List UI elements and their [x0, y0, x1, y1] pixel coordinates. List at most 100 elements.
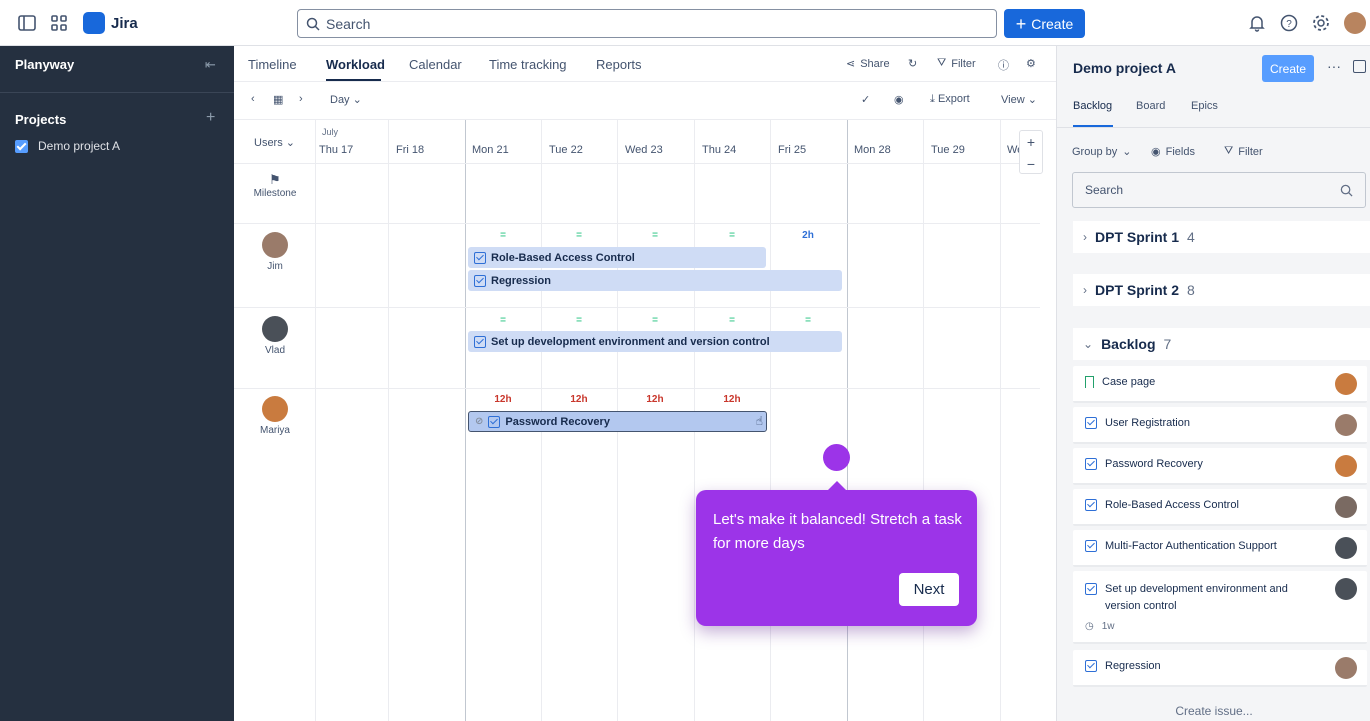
avatar [262, 396, 288, 422]
tab-timeline[interactable]: Timeline [248, 57, 297, 72]
tab-workload[interactable]: Workload [326, 57, 385, 72]
group-name: DPT Sprint 1 [1095, 229, 1180, 245]
refresh-icon[interactable]: ↻ [908, 57, 917, 70]
eye-icon[interactable]: ◉ [894, 93, 904, 106]
avatar [1335, 414, 1357, 436]
capacity-indicator: = [805, 315, 811, 326]
calendar-icon[interactable]: ▦ [273, 93, 283, 106]
prev-arrow-icon[interactable]: ‹ [251, 93, 255, 105]
capacity-indicator: = [729, 315, 735, 326]
issue-card[interactable]: Password Recovery [1073, 448, 1367, 485]
settings-icon[interactable]: ⚙ [1026, 57, 1036, 70]
user-profile-avatar[interactable] [1344, 12, 1366, 34]
sidebar-item-label: Demo project A [38, 139, 121, 153]
more-options-icon[interactable]: ··· [1327, 58, 1341, 74]
search-placeholder: Search [1085, 183, 1124, 197]
task-checkbox-icon [1085, 660, 1097, 672]
panel-filter-button[interactable]: ⛛ Filter [1224, 145, 1263, 158]
check-icon[interactable]: ✓ [861, 93, 870, 106]
app-switcher-icon[interactable] [49, 13, 69, 33]
issue-title: Regression [1105, 660, 1161, 672]
global-create-button[interactable]: + Create [1004, 9, 1085, 38]
sprint-group[interactable]: › DPT Sprint 2 8 [1073, 274, 1370, 306]
user-row-vlad: Vlad [234, 316, 316, 356]
task-bar[interactable]: Set up development environment and versi… [468, 331, 842, 352]
issue-card[interactable]: Role-Based Access Control [1073, 489, 1367, 526]
scale-select[interactable]: Day ⌄ [330, 93, 362, 106]
share-button[interactable]: ⋖ Share [846, 57, 890, 71]
export-button[interactable]: ⤓ Export [930, 93, 970, 106]
active-tab-indicator [326, 79, 381, 81]
task-checkbox-icon [1085, 540, 1097, 552]
group-count: 8 [1187, 282, 1195, 298]
avatar [262, 232, 288, 258]
task-bar-selected[interactable]: ⊘ Password Recovery ☝ [468, 411, 767, 432]
panel-create-button[interactable]: Create [1262, 55, 1314, 82]
tab-backlog[interactable]: Backlog [1073, 100, 1112, 112]
sidebar-item-demo-project-a[interactable]: Demo project A [15, 139, 120, 153]
day-header: Mon 28 [854, 144, 891, 156]
day-header: Thu 17 [319, 144, 354, 156]
issue-title: Role-Based Access Control [1105, 499, 1239, 511]
next-button[interactable]: Next [899, 573, 959, 606]
zoom-in-button[interactable]: + [1020, 131, 1042, 153]
settings-gear-icon[interactable] [1311, 13, 1331, 33]
avatar [1335, 578, 1357, 600]
task-bar[interactable]: Regression [468, 270, 842, 291]
project-checkbox[interactable] [15, 139, 28, 153]
tab-calendar[interactable]: Calendar [409, 57, 462, 72]
fields-button[interactable]: ◉ Fields [1151, 145, 1195, 159]
milestone-label: Milestone [253, 188, 297, 199]
capacity-indicator: 12h [646, 394, 664, 405]
issue-card[interactable]: Multi-Factor Authentication Support [1073, 530, 1367, 567]
status-ok-icon: ⊘ [475, 416, 484, 427]
filter-icon: ⛛ [1224, 145, 1234, 157]
issue-card[interactable]: Case page [1073, 366, 1367, 403]
issue-card[interactable]: Set up development environment and versi… [1073, 571, 1367, 644]
help-icon[interactable]: ? [1279, 13, 1299, 33]
search-icon [1340, 184, 1353, 197]
sprint-group[interactable]: › DPT Sprint 1 4 [1073, 221, 1370, 253]
next-arrow-icon[interactable]: › [299, 93, 303, 105]
backlog-search-input[interactable]: Search [1072, 172, 1366, 208]
filter-button[interactable]: ⛛ Filter [937, 57, 976, 70]
collapse-sidebar-icon[interactable]: ⇤ [205, 57, 216, 73]
tab-board[interactable]: Board [1136, 100, 1165, 112]
issue-card[interactable]: User Registration [1073, 407, 1367, 444]
tab-epics[interactable]: Epics [1191, 100, 1218, 112]
capacity-indicator: = [652, 230, 658, 241]
grid-line [388, 120, 389, 721]
sidebar-toggle-icon[interactable] [17, 13, 37, 33]
group-by-button[interactable]: Group by ⌄ [1072, 145, 1131, 159]
jira-logo[interactable]: Jira [83, 12, 138, 34]
create-issue-link[interactable]: Create issue... [1057, 704, 1370, 718]
issue-card[interactable]: Regression [1073, 650, 1367, 687]
zoom-out-button[interactable]: − [1020, 153, 1042, 175]
row-divider [234, 307, 1040, 308]
panel-collapse-icon[interactable] [1353, 60, 1366, 73]
tab-reports[interactable]: Reports [596, 57, 642, 72]
task-checkbox-icon [488, 415, 501, 428]
users-dropdown[interactable]: Users ⌄ [254, 136, 295, 149]
capacity-indicator: = [500, 230, 506, 241]
resize-handle[interactable]: ☝ [756, 414, 763, 428]
task-bar[interactable]: Role-Based Access Control [468, 247, 766, 268]
flag-icon: ⚑ [269, 172, 281, 187]
tab-time-tracking[interactable]: Time tracking [489, 57, 567, 72]
panel-tabs: Backlog Board Epics [1057, 90, 1370, 128]
help-icon[interactable]: ⓘ [998, 57, 1009, 73]
user-row-jim: Jim [234, 232, 316, 272]
global-search-input[interactable]: Search [297, 9, 997, 38]
fields-label: Fields [1165, 145, 1195, 158]
issue-estimate: 1w [1101, 621, 1115, 632]
add-project-icon[interactable]: + [206, 109, 215, 127]
projects-heading: Projects [15, 112, 67, 127]
chevron-right-icon: › [1083, 230, 1087, 244]
notifications-bell-icon[interactable] [1247, 13, 1267, 33]
view-button[interactable]: View ⌄ [1001, 93, 1037, 106]
user-name: Mariya [259, 425, 290, 436]
user-row-mariya: Mariya [234, 396, 316, 436]
task-title: Password Recovery [505, 415, 610, 428]
filter-label: Filter [951, 57, 976, 70]
backlog-group[interactable]: ⌄ Backlog 7 [1073, 328, 1370, 360]
